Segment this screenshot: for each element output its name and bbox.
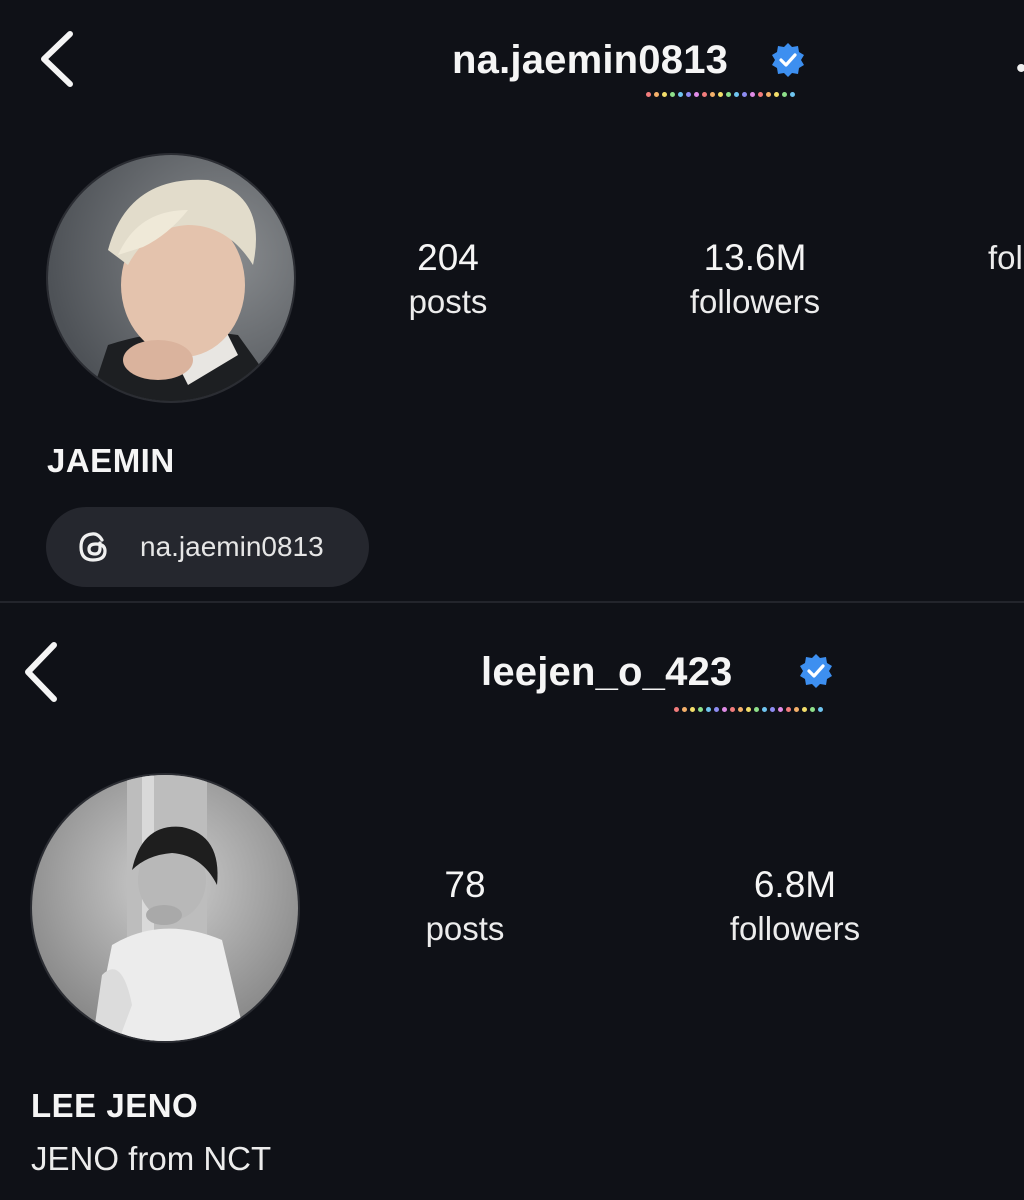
rainbow-dot bbox=[786, 707, 791, 712]
rainbow-dot bbox=[758, 92, 763, 97]
posts-count: 78 bbox=[444, 864, 486, 905]
rainbow-dot bbox=[742, 92, 747, 97]
stat-posts[interactable]: 78 posts bbox=[355, 863, 575, 951]
rainbow-dot bbox=[782, 92, 787, 97]
followers-label: followers bbox=[729, 910, 861, 947]
rainbow-dot bbox=[770, 707, 775, 712]
rainbow-dot bbox=[670, 92, 675, 97]
rainbow-dot bbox=[738, 707, 743, 712]
rainbow-dot bbox=[778, 707, 783, 712]
rainbow-dot bbox=[810, 707, 815, 712]
edge-partial-icon: • bbox=[1016, 52, 1024, 86]
rainbow-dot bbox=[698, 707, 703, 712]
avatar[interactable] bbox=[30, 773, 300, 1043]
rainbow-dot bbox=[818, 707, 823, 712]
posts-label: posts bbox=[408, 283, 488, 320]
rainbow-dot bbox=[706, 707, 711, 712]
rainbow-dot bbox=[754, 707, 759, 712]
rainbow-dot bbox=[762, 707, 767, 712]
rainbow-dot bbox=[694, 92, 699, 97]
username-title[interactable]: na.jaemin0813 bbox=[452, 38, 728, 83]
rainbow-dot bbox=[718, 92, 723, 97]
rainbow-dot bbox=[766, 92, 771, 97]
rainbow-dot bbox=[790, 92, 795, 97]
rainbow-dot bbox=[678, 92, 683, 97]
rainbow-dot bbox=[730, 707, 735, 712]
rainbow-dot bbox=[686, 92, 691, 97]
rainbow-dot bbox=[662, 92, 667, 97]
display-name: LEE JENO bbox=[31, 1087, 199, 1124]
rainbow-dot bbox=[690, 707, 695, 712]
rainbow-dot bbox=[710, 92, 715, 97]
stat-following[interactable]: fol bbox=[988, 236, 1024, 280]
avatar[interactable] bbox=[46, 153, 296, 403]
followers-count: 13.6M bbox=[703, 237, 807, 278]
following-label: fol bbox=[988, 239, 1023, 276]
rainbow-dot bbox=[774, 92, 779, 97]
rainbow-dot-underline bbox=[674, 707, 823, 712]
followers-label: followers bbox=[689, 283, 821, 320]
followers-count: 6.8M bbox=[753, 864, 837, 905]
rainbow-dot bbox=[734, 92, 739, 97]
rainbow-dot-underline bbox=[646, 92, 795, 97]
threads-link-button[interactable]: na.jaemin0813 bbox=[46, 507, 369, 587]
profile-header-jaemin: na.jaemin0813 • 204 posts 13.6M bbox=[0, 0, 1024, 602]
threads-handle: na.jaemin0813 bbox=[140, 531, 324, 562]
username-title[interactable]: leejen_o_423 bbox=[481, 650, 732, 695]
rainbow-dot bbox=[702, 92, 707, 97]
back-chevron-icon[interactable] bbox=[36, 30, 76, 88]
stat-posts[interactable]: 204 posts bbox=[338, 236, 558, 324]
display-name: JAEMIN bbox=[47, 442, 175, 479]
rainbow-dot bbox=[726, 92, 731, 97]
rainbow-dot bbox=[750, 92, 755, 97]
verified-badge-icon bbox=[800, 654, 832, 688]
verified-badge-icon bbox=[772, 43, 804, 77]
rainbow-dot bbox=[802, 707, 807, 712]
stat-followers[interactable]: 6.8M followers bbox=[685, 863, 905, 951]
threads-icon bbox=[79, 532, 107, 562]
rainbow-dot bbox=[654, 92, 659, 97]
rainbow-dot bbox=[722, 707, 727, 712]
stat-followers[interactable]: 13.6M followers bbox=[645, 236, 865, 324]
bio-text: JENO from NCT bbox=[31, 1140, 272, 1177]
rainbow-dot bbox=[746, 707, 751, 712]
rainbow-dot bbox=[682, 707, 687, 712]
posts-count: 204 bbox=[417, 237, 479, 278]
rainbow-dot bbox=[714, 707, 719, 712]
rainbow-dot bbox=[646, 92, 651, 97]
profile-header-jeno: leejen_o_423 78 posts 6.8M followers LEE… bbox=[0, 603, 1024, 1200]
back-chevron-icon[interactable] bbox=[20, 641, 60, 703]
posts-label: posts bbox=[425, 910, 505, 947]
rainbow-dot bbox=[794, 707, 799, 712]
rainbow-dot bbox=[674, 707, 679, 712]
